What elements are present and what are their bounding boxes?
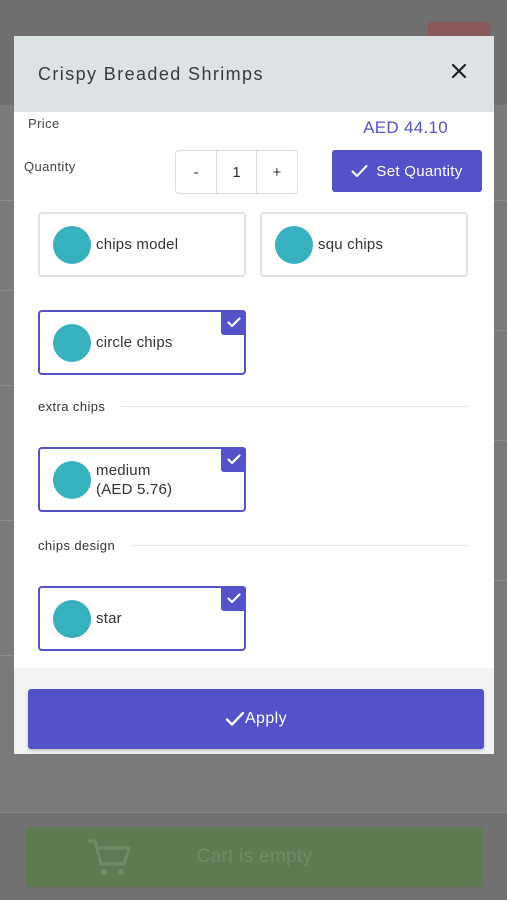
cart-icon (88, 839, 131, 876)
option-label: squ chips (318, 236, 384, 253)
quantity-decrement-button[interactable]: - (176, 151, 216, 193)
section-divider (121, 405, 470, 407)
option-image (53, 460, 91, 499)
background-divider (0, 520, 14, 521)
quantity-value[interactable]: 1 (216, 151, 257, 193)
apply-button[interactable]: Apply (28, 689, 484, 749)
option-image (53, 225, 91, 264)
close-icon[interactable] (450, 62, 468, 80)
section-chips-design: chips design (38, 536, 470, 554)
background-divider (493, 580, 507, 581)
selected-check-icon (221, 310, 246, 335)
background-divider (493, 200, 507, 201)
apply-label: Apply (244, 710, 288, 727)
option-name: medium (96, 461, 151, 479)
section-title: chips design (38, 537, 116, 553)
background-divider (0, 385, 14, 386)
background-divider (493, 440, 507, 441)
option-label: medium (AED 5.76) (96, 461, 172, 499)
modal-header: Crispy Breaded Shrimps (14, 36, 494, 112)
background-divider (0, 655, 14, 656)
option-medium[interactable]: medium (AED 5.76) (38, 447, 246, 512)
price-label: Price (28, 116, 60, 131)
option-label: star (96, 610, 122, 627)
option-squ-chips[interactable]: squ chips (260, 212, 468, 277)
check-icon (225, 711, 245, 726)
section-divider (131, 544, 470, 546)
option-image (275, 225, 313, 264)
option-chips-model[interactable]: chips model (38, 212, 246, 277)
set-quantity-label: Set Quantity (376, 162, 463, 180)
section-extra-chips: extra chips (38, 397, 470, 415)
modal-title: Crispy Breaded Shrimps (38, 63, 264, 84)
section-title: extra chips (38, 398, 106, 414)
options-list: chips model squ chips circle chips extra… (14, 202, 494, 668)
background-divider (493, 330, 507, 331)
cart-button[interactable]: Cart is empty (26, 827, 483, 887)
option-image (53, 323, 91, 362)
price-value: AED 44.10 (363, 118, 448, 137)
set-quantity-button[interactable]: Set Quantity (332, 150, 482, 192)
background-divider (0, 290, 14, 291)
selected-check-icon (221, 447, 246, 472)
option-price: (AED 5.76) (96, 480, 173, 498)
option-image (53, 599, 91, 638)
option-star[interactable]: star (38, 586, 246, 651)
background-divider (0, 200, 14, 201)
price-row: Price AED 44.10 (28, 116, 480, 146)
quantity-increment-button[interactable]: + (257, 151, 297, 193)
option-circle-chips[interactable]: circle chips (38, 310, 246, 375)
option-label: chips model (96, 236, 179, 253)
quantity-stepper: - 1 + (175, 150, 298, 194)
option-label: circle chips (96, 334, 173, 351)
quantity-label: Quantity (24, 159, 76, 174)
check-icon (351, 165, 368, 177)
selected-check-icon (221, 586, 246, 611)
product-options-modal: Crispy Breaded Shrimps Price AED 44.10 Q… (14, 36, 494, 754)
cart-label: Cart is empty (196, 846, 313, 867)
